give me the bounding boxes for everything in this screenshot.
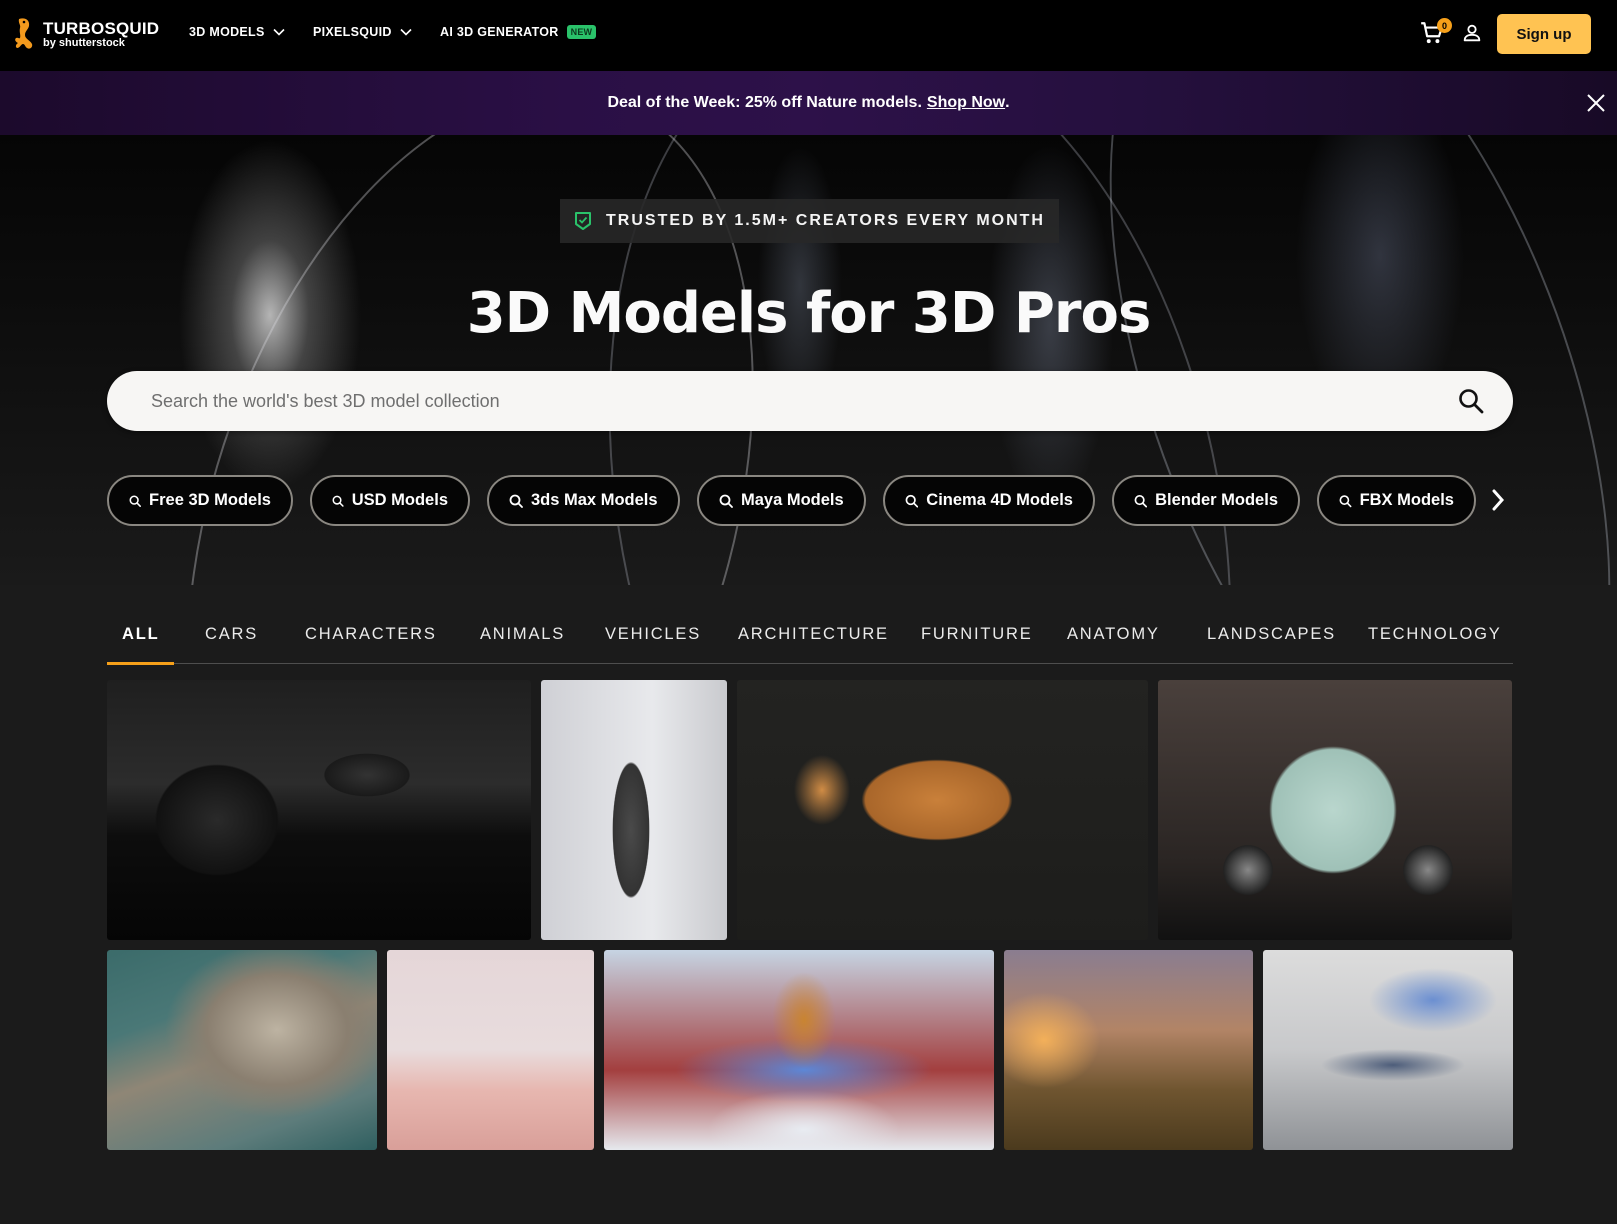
trust-badge: TRUSTED BY 1.5M+ CREATORS EVERY MONTH — [560, 199, 1059, 243]
tab-characters[interactable]: CHARACTERS — [305, 625, 437, 644]
new-badge: NEW — [566, 25, 597, 39]
chevron-down-icon — [273, 28, 285, 36]
gallery-tile-vintage-scooter[interactable] — [1158, 680, 1512, 940]
tab-all[interactable]: ALL — [122, 625, 159, 644]
turbosquid-logo[interactable]: TURBOSQUID by shutterstock — [13, 16, 159, 52]
chip-label: Cinema 4D Models — [926, 491, 1073, 509]
chevron-right-icon[interactable] — [1487, 486, 1509, 514]
tab-furniture[interactable]: FURNITURE — [921, 625, 1033, 644]
chip-blender-models[interactable]: Blender Models — [1112, 475, 1300, 526]
promo-banner: Deal of the Week: 25% off Nature models.… — [0, 71, 1617, 135]
nav-pixelsquid-label: PIXELSQUID — [313, 25, 392, 39]
search-bar — [107, 371, 1513, 431]
tab-landscapes[interactable]: LANDSCAPES — [1207, 625, 1336, 644]
chip-label: Blender Models — [1155, 491, 1278, 509]
chip-label: Free 3D Models — [149, 491, 271, 509]
chip-usd-models[interactable]: USD Models — [310, 475, 470, 526]
search-icon — [332, 495, 344, 507]
shield-check-icon — [575, 212, 592, 230]
gallery-tile-hospital-operating-room[interactable] — [1263, 950, 1513, 1150]
tab-cars[interactable]: CARS — [205, 625, 258, 644]
logo-brand-text: TURBOSQUID — [43, 18, 160, 38]
gallery-tile-armored-knight-with-sword[interactable] — [541, 680, 727, 940]
tab-vehicles[interactable]: VEHICLES — [605, 625, 701, 644]
trust-text: TRUSTED BY 1.5M+ CREATORS EVERY MONTH — [606, 212, 1045, 229]
gallery-tile-human-neck-anatomy[interactable] — [604, 950, 994, 1150]
close-icon[interactable] — [1585, 92, 1607, 114]
shop-now-link[interactable]: Shop Now — [927, 94, 1005, 112]
tab-anatomy[interactable]: ANATOMY — [1067, 625, 1160, 644]
chip-fbx-models[interactable]: FBX Models — [1317, 475, 1476, 526]
tab-animals[interactable]: ANIMALS — [480, 625, 565, 644]
quick-search-chips: Free 3D Models USD Models 3ds Max Models Ma… — [107, 475, 1476, 526]
sign-up-button[interactable]: Sign up — [1497, 14, 1591, 54]
search-icon — [1134, 494, 1148, 507]
nav-ai-3d-generator[interactable]: AI 3D GENERATOR NEW — [440, 25, 597, 39]
tab-architecture[interactable]: ARCHITECTURE — [738, 625, 889, 644]
nav-3d-models-label: 3D MODELS — [189, 25, 265, 39]
nav-ai-3d-generator-label: AI 3D GENERATOR — [440, 25, 559, 39]
chip-label: FBX Models — [1359, 491, 1454, 509]
chip-maya-models[interactable]: Maya Models — [697, 475, 866, 526]
gallery-tile-tiger[interactable] — [737, 680, 1148, 940]
cart-count-badge: 0 — [1437, 18, 1452, 33]
hero-section: TRUSTED BY 1.5M+ CREATORS EVERY MONTH 3D… — [0, 135, 1617, 585]
chip-label: Maya Models — [741, 491, 844, 509]
search-icon — [129, 495, 141, 507]
category-tabs: ALL CARS CHARACTERS ANIMALS VEHICLES ARCHITEC… — [107, 612, 1513, 665]
logo-byline-text: by shutterstock — [43, 36, 125, 49]
search-icon — [719, 494, 733, 508]
nav-pixelsquid[interactable]: PIXELSQUID — [313, 25, 412, 39]
tab-technology[interactable]: TECHNOLOGY — [1368, 625, 1502, 644]
chevron-down-icon — [400, 28, 412, 36]
search-input[interactable] — [107, 371, 1441, 431]
chip-free-3d-models[interactable]: Free 3D Models — [107, 475, 293, 526]
search-icon — [905, 494, 919, 508]
search-icon — [509, 494, 523, 508]
promo-suffix: . — [1005, 94, 1010, 111]
chip-label: USD Models — [351, 491, 448, 509]
search-icon — [1459, 389, 1484, 414]
gallery-tile-cliff-landscape-at-sunset[interactable] — [1004, 950, 1253, 1150]
promo-text: Deal of the Week: 25% off Nature models. — [607, 94, 922, 111]
squid-logo-icon — [15, 18, 33, 49]
gallery-tile-city-skyline-aerial[interactable] — [107, 950, 377, 1150]
top-navigation: TURBOSQUID by shutterstock 3D MODELS PIX… — [0, 0, 1617, 71]
chip-3ds-max-models[interactable]: 3ds Max Models — [487, 475, 680, 526]
nav-3d-models[interactable]: 3D MODELS — [189, 25, 285, 39]
active-tab-indicator — [107, 662, 174, 665]
chip-cinema-4d-models[interactable]: Cinema 4D Models — [883, 475, 1095, 526]
chip-label: 3ds Max Models — [531, 491, 658, 509]
search-button[interactable] — [1441, 371, 1501, 431]
gallery-tile-pink-kids-bedroom[interactable] — [387, 950, 594, 1150]
hero-title: 3D Models for 3D Pros — [466, 281, 1152, 346]
gallery-tile-car-interior-dashboard[interactable] — [107, 680, 531, 940]
user-account-icon[interactable] — [1461, 22, 1483, 44]
search-icon — [1339, 494, 1352, 507]
